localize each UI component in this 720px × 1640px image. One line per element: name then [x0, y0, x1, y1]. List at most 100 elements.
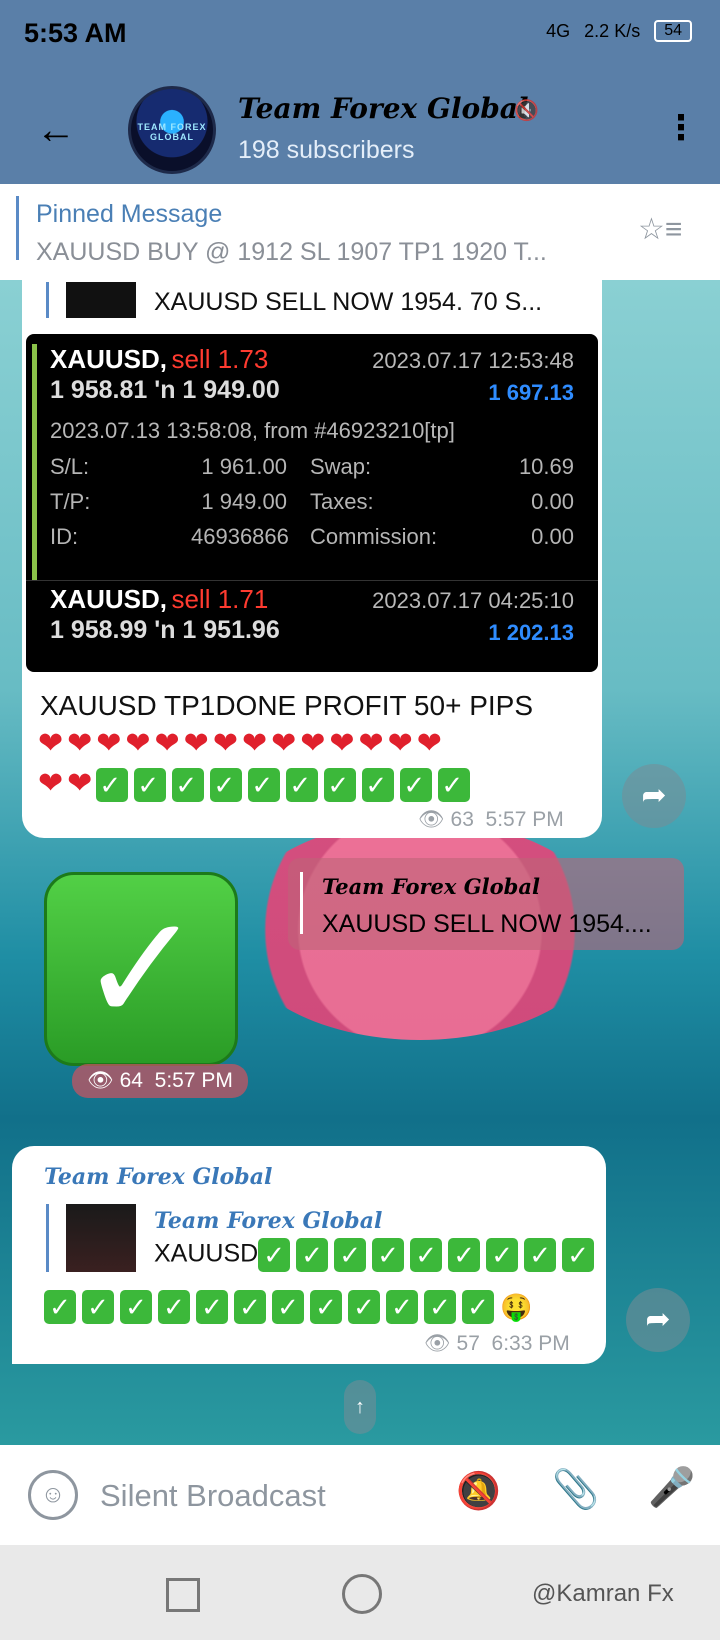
emoji-icon[interactable]: ☺ — [28, 1470, 78, 1520]
trade-action: sell 1.71 — [171, 584, 269, 614]
sl-label: S/L: — [50, 454, 90, 479]
money-face-emoji: 🤑 — [500, 1291, 533, 1322]
view-count: 57 — [456, 1332, 480, 1355]
check-emoji: ✓ — [296, 1238, 329, 1272]
check-emoji: ✓ — [448, 1238, 481, 1272]
network-icon: 4G — [546, 20, 571, 41]
taxes-label: Taxes: — [310, 489, 374, 514]
attach-icon[interactable]: 📎 — [552, 1468, 599, 1512]
trade-divider — [26, 580, 598, 581]
check-emoji: ✓ — [196, 1290, 228, 1324]
trade-screenshot[interactable]: XAUUSD, sell 1.73 2023.07.17 12:53:48 1 … — [26, 334, 598, 672]
forward-text: XAUUSD SELL NOW 1954.... — [322, 910, 652, 938]
check-emoji: ✓ — [158, 1290, 190, 1324]
message-input[interactable]: Silent Broadcast — [100, 1478, 326, 1514]
trade-symbol: XAUUSD, — [50, 584, 168, 614]
view-count: 63 — [450, 808, 474, 831]
check-emojis: ✓ ✓ ✓ ✓ ✓ ✓ ✓ ✓ ✓ — [258, 1238, 600, 1272]
trade-detail: 2023.07.13 13:58:08, from #46923210[tp] — [50, 418, 455, 443]
share-button[interactable]: ➦ — [626, 1288, 690, 1352]
channel-avatar[interactable]: TEAM FOREX GLOBAL — [128, 86, 216, 174]
check-emoji: ✓ — [234, 1290, 266, 1324]
more-menu-icon[interactable]: ⋮ — [664, 108, 698, 148]
swap-label: Swap: — [310, 454, 372, 479]
check-emoji: ✓ — [172, 768, 205, 803]
pinned-title: Pinned Message — [36, 200, 223, 228]
check-emoji: ✓ — [400, 768, 433, 803]
reply-indicator — [46, 282, 49, 318]
check-emoji: ✓ — [248, 768, 281, 803]
check-emojis: ✓ ✓ ✓ ✓ ✓ ✓ ✓ ✓ ✓ ✓ — [96, 764, 476, 804]
eye-icon: 👁 — [87, 1069, 114, 1092]
id-value: 46936866 — [191, 524, 289, 549]
check-emoji: ✓ — [120, 1290, 152, 1324]
check-emoji: ✓ — [210, 768, 243, 803]
avatar-text: TEAM FOREX GLOBAL — [137, 122, 207, 142]
channel-title[interactable]: Team Forex Global — [238, 92, 529, 125]
pinned-list-icon[interactable]: ☆≡ — [638, 212, 682, 247]
id-label: ID: — [50, 524, 79, 549]
share-button[interactable]: ➦ — [622, 764, 686, 828]
sl-value: 1 961.00 — [201, 454, 287, 479]
recents-button[interactable] — [166, 1578, 200, 1612]
commission-value: 0.00 — [531, 524, 574, 549]
emoji-row: ✓ ✓ ✓ ✓ ✓ ✓ ✓ ✓ ✓ ✓ ✓ ✓ 🤑 — [44, 1290, 532, 1324]
check-emoji: ✓ — [372, 1238, 405, 1272]
arrow-up-icon: ↑ — [355, 1396, 365, 1418]
check-sticker[interactable]: ✓ — [44, 872, 238, 1066]
check-emojis: ✓ ✓ ✓ ✓ ✓ ✓ ✓ ✓ ✓ ✓ ✓ ✓ — [44, 1290, 500, 1324]
microphone-icon[interactable]: 🎤 — [648, 1466, 695, 1510]
trade-prices: 1 958.81 'n 1 949.00 — [50, 376, 280, 404]
check-emoji: ✓ — [44, 1290, 76, 1324]
reply-text[interactable]: XAUUSD ✓ ✓ ✓ ✓ ✓ ✓ ✓ ✓ ✓ — [154, 1238, 600, 1272]
message-time: 5:57 PM — [154, 1069, 233, 1092]
trade-profit: 1 202.13 — [488, 620, 574, 645]
check-emoji: ✓ — [348, 1290, 380, 1324]
trade-prices: 1 958.99 'n 1 951.96 — [50, 616, 280, 644]
reply-thumbnail — [66, 282, 136, 318]
forward-title: Team Forex Global — [322, 874, 540, 899]
trade-action: sell 1.73 — [171, 344, 269, 374]
check-emoji: ✓ — [386, 1290, 418, 1324]
check-emoji: ✓ — [324, 768, 357, 803]
share-icon: ➦ — [641, 779, 667, 812]
bell-off-icon[interactable]: 🔕 — [456, 1470, 501, 1512]
message-time: 5:57 PM — [485, 808, 564, 831]
status-time: 5:53 AM — [24, 18, 127, 48]
reply-indicator — [46, 1204, 49, 1272]
check-emoji: ✓ — [438, 768, 471, 803]
check-emoji: ✓ — [258, 1238, 291, 1272]
message-meta: 👁 57 6:33 PM — [424, 1332, 570, 1356]
battery-icon: 54 — [654, 20, 692, 42]
message-text: XAUUSD TP1DONE PROFIT 50+ PIPS — [40, 690, 534, 721]
eye-icon: 👁 — [418, 808, 445, 831]
check-emoji: ✓ — [134, 768, 167, 803]
check-emoji: ✓ — [272, 1290, 304, 1324]
scroll-up-button[interactable]: ↑ — [344, 1380, 376, 1434]
trade-time: 2023.07.17 12:53:48 — [372, 348, 574, 373]
check-emoji: ✓ — [96, 768, 129, 803]
check-emoji: ✓ — [410, 1238, 443, 1272]
status-indicators: 4G 2.2 K/s 54 — [546, 20, 692, 42]
hearts-checks-row: ❤❤ ✓ ✓ ✓ ✓ ✓ ✓ ✓ ✓ ✓ ✓ — [38, 764, 578, 804]
check-emoji: ✓ — [424, 1290, 456, 1324]
check-emoji: ✓ — [286, 768, 319, 803]
commission-label: Commission: — [310, 524, 438, 549]
reply-thumbnail — [66, 1204, 136, 1272]
home-button[interactable] — [342, 1574, 382, 1614]
trade-time: 2023.07.17 04:25:10 — [372, 588, 574, 613]
back-arrow-icon[interactable]: ← — [36, 108, 76, 153]
check-emoji: ✓ — [462, 1290, 494, 1324]
speed-text: 2.2 K/s — [584, 20, 641, 41]
message-time: 6:33 PM — [491, 1332, 570, 1355]
taxes-value: 0.00 — [531, 489, 574, 514]
trade-symbol: XAUUSD, — [50, 344, 168, 374]
check-emoji: ✓ — [362, 768, 395, 803]
message-author: Team Forex Global — [44, 1164, 273, 1190]
check-emoji: ✓ — [310, 1290, 342, 1324]
subscriber-count: 198 subscribers — [238, 136, 415, 164]
reply-text[interactable]: XAUUSD SELL NOW 1954. 70 S... — [154, 288, 542, 317]
view-count: 64 — [119, 1069, 143, 1092]
check-emoji: ✓ — [562, 1238, 595, 1272]
watermark: @Kamran Fx — [532, 1580, 674, 1607]
